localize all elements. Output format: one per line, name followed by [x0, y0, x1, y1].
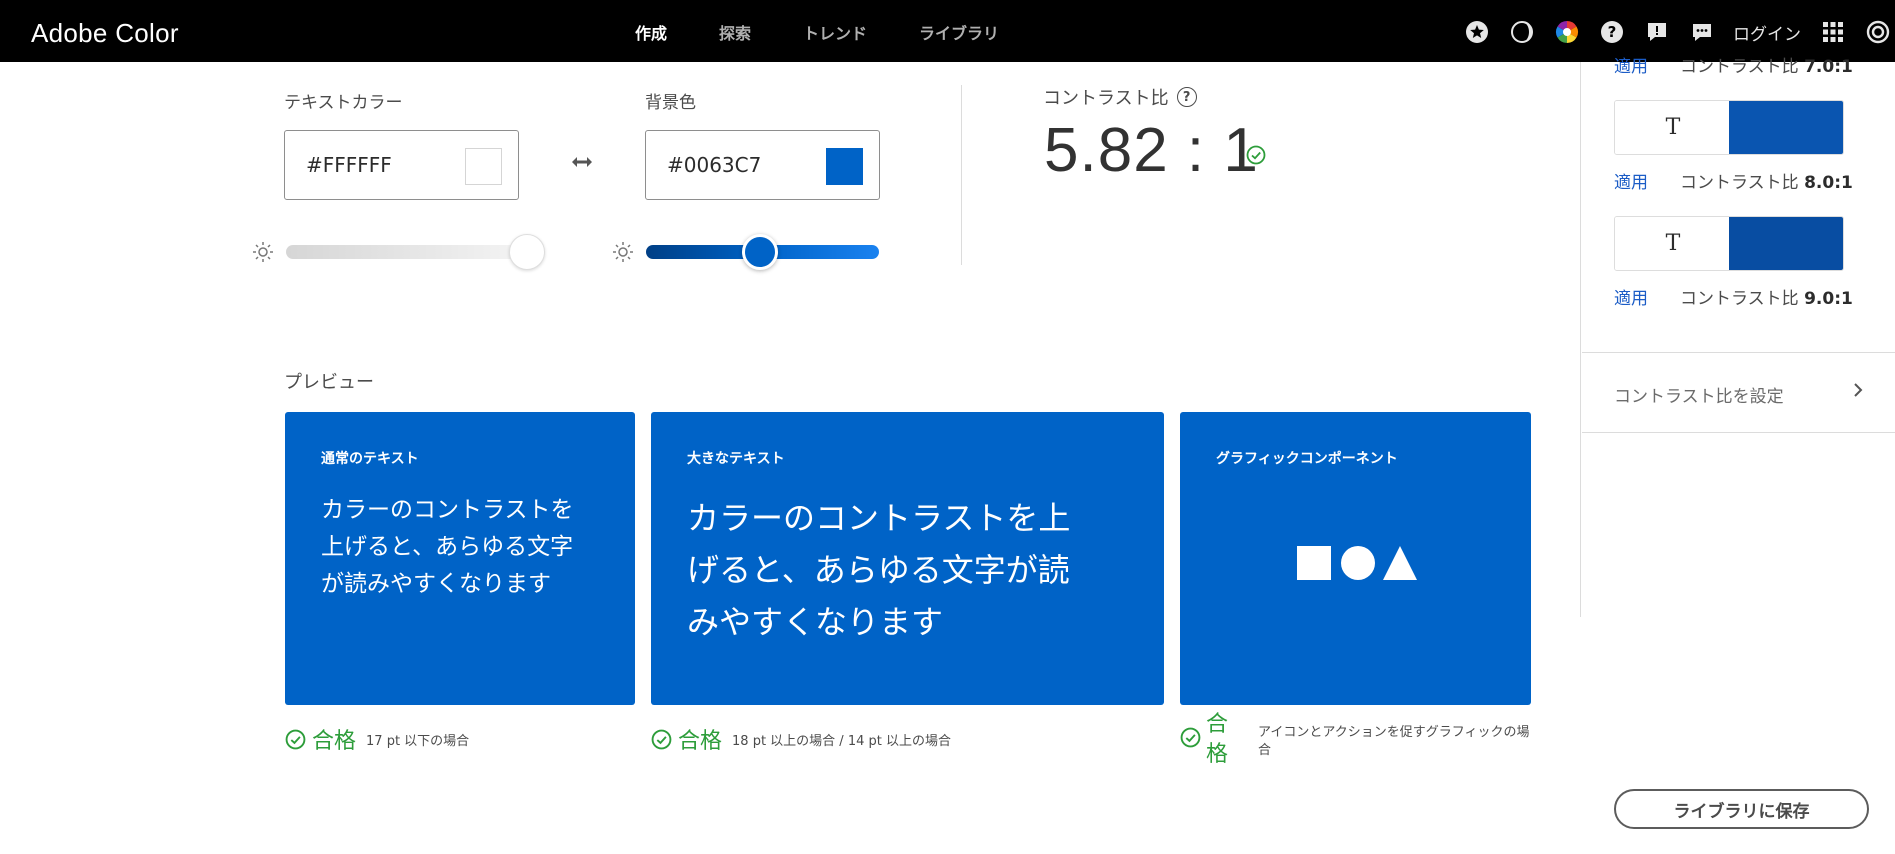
apply-link-9[interactable]: 適用 — [1614, 284, 1648, 309]
sample-color — [1729, 217, 1843, 270]
text-color-hex[interactable]: #FFFFFF — [306, 153, 392, 177]
pass-label: 合格 — [678, 729, 723, 754]
section-divider — [961, 85, 962, 265]
ratio-label: コントラスト比 — [1680, 289, 1799, 309]
preview-card-large-text: 大きなテキスト カラーのコントラストを上げると、あらゆる文字が読みやすくなります — [651, 412, 1164, 705]
background-brightness-thumb[interactable] — [742, 234, 779, 270]
background-color-swatch[interactable] — [826, 148, 863, 185]
set-contrast-ratio-label: コントラスト比を設定 — [1614, 387, 1784, 407]
check-circle-icon — [1180, 727, 1201, 748]
apply-link-7[interactable]: 適用 — [1614, 52, 1648, 77]
creative-cloud-icon[interactable] — [1865, 19, 1891, 45]
ratio-value: 8.0:1 — [1804, 173, 1853, 193]
contrast-ratio-value: 5.82 : 1 — [1044, 116, 1259, 185]
pass-result-large: 合格 18 pt 以上の場合 / 14 pt 以上の場合 — [651, 723, 951, 755]
text-color-swatch[interactable] — [465, 148, 502, 185]
graphic-shapes — [1297, 545, 1417, 581]
main-nav: 作成 探索 トレンド ライブラリ — [635, 20, 1051, 44]
pass-note: 17 pt 以下の場合 — [366, 733, 470, 749]
preview-card-graphic-component: グラフィックコンポーネント — [1180, 412, 1531, 705]
suggestion-sample-8[interactable]: T — [1614, 100, 1844, 155]
preview-label: プレビュー — [284, 372, 374, 393]
background-color-field[interactable]: #0063C7 — [645, 130, 880, 200]
suggestion-ratio-9: コントラスト比 9.0:1 — [1680, 284, 1853, 309]
nav-explore[interactable]: 探索 — [719, 20, 751, 44]
suggestion-ratio-7: コントラスト比 7.0:1 — [1680, 52, 1853, 77]
brightness-icon — [253, 242, 273, 262]
panel-divider — [1582, 432, 1895, 433]
sample-color — [1729, 101, 1843, 154]
preview-card-normal-text: 通常のテキスト カラーのコントラストを上げると、あらゆる文字が読みやすくなります — [285, 412, 635, 705]
check-circle-icon — [1246, 145, 1266, 165]
chat-icon[interactable] — [1689, 19, 1715, 45]
help-icon[interactable]: ? — [1599, 19, 1625, 45]
svg-text:?: ? — [1608, 23, 1617, 41]
check-circle-icon — [285, 729, 306, 749]
check-circle-icon — [651, 729, 672, 749]
pass-label: 合格 — [312, 729, 357, 754]
swap-colors-icon[interactable] — [570, 150, 594, 174]
contrast-ratio-title: コントラスト比 — [1043, 88, 1169, 109]
right-panel-border — [1580, 62, 1581, 617]
pass-result-normal: 合格 17 pt 以下の場合 — [285, 723, 469, 755]
login-link[interactable]: ログイン — [1733, 20, 1801, 45]
ratio-value: 7.0:1 — [1804, 57, 1853, 77]
feedback-icon[interactable] — [1644, 19, 1670, 45]
circle-shape-icon — [1341, 546, 1375, 580]
color-wheel-icon[interactable] — [1554, 19, 1580, 45]
text-color-label: テキストカラー — [284, 93, 403, 113]
text-color-field[interactable]: #FFFFFF — [284, 130, 519, 200]
card-title: 通常のテキスト — [321, 451, 419, 467]
apps-grid-icon[interactable] — [1820, 19, 1846, 45]
brightness-icon — [613, 242, 633, 262]
background-color-hex[interactable]: #0063C7 — [667, 153, 761, 177]
text-brightness-slider[interactable] — [286, 245, 527, 259]
panel-divider — [1582, 352, 1895, 353]
help-circle-icon[interactable]: ? — [1176, 87, 1197, 107]
sample-text: T — [1615, 101, 1731, 154]
contrast-ratio-label: コントラスト比 ? — [1043, 84, 1197, 110]
nav-trends[interactable]: トレンド — [803, 20, 867, 44]
header-actions: ? ログイン — [1445, 18, 1895, 46]
triangle-shape-icon — [1383, 546, 1417, 580]
nav-create[interactable]: 作成 — [635, 20, 667, 44]
star-icon[interactable] — [1464, 19, 1490, 45]
apply-link-8[interactable]: 適用 — [1614, 168, 1648, 193]
ratio-label: コントラスト比 — [1680, 57, 1799, 77]
save-to-library-button[interactable]: ライブラリに保存 — [1614, 789, 1869, 829]
chevron-right-icon — [1854, 383, 1863, 397]
square-shape-icon — [1297, 546, 1331, 580]
pass-label: 合格 — [1206, 712, 1229, 767]
sample-text: T — [1615, 217, 1731, 270]
top-navigation-bar: Adobe Color 作成 探索 トレンド ライブラリ ? ログイン — [0, 0, 1895, 62]
pass-note: アイコンとアクションを促すグラフィックの場合 — [1258, 725, 1530, 758]
background-color-label: 背景色 — [645, 93, 696, 113]
app-title[interactable]: Adobe Color — [31, 18, 179, 49]
card-sample-text: カラーのコントラストを上げると、あらゆる文字が読みやすくなります — [321, 497, 574, 597]
text-brightness-thumb[interactable] — [509, 234, 545, 270]
card-sample-text: カラーのコントラストを上げると、あらゆる文字が読みやすくなります — [687, 499, 1071, 641]
card-title: 大きなテキスト — [687, 451, 785, 467]
pass-note: 18 pt 以上の場合 / 14 pt 以上の場合 — [732, 733, 951, 749]
nav-library[interactable]: ライブラリ — [919, 20, 999, 44]
set-contrast-ratio-link[interactable]: コントラスト比を設定 — [1614, 382, 1864, 407]
suggestion-ratio-8: コントラスト比 8.0:1 — [1680, 168, 1853, 193]
ratio-value: 9.0:1 — [1804, 289, 1853, 309]
ratio-label: コントラスト比 — [1680, 173, 1799, 193]
suggestion-sample-9[interactable]: T — [1614, 216, 1844, 271]
moon-icon[interactable] — [1509, 19, 1535, 45]
card-title: グラフィックコンポーネント — [1216, 451, 1398, 467]
